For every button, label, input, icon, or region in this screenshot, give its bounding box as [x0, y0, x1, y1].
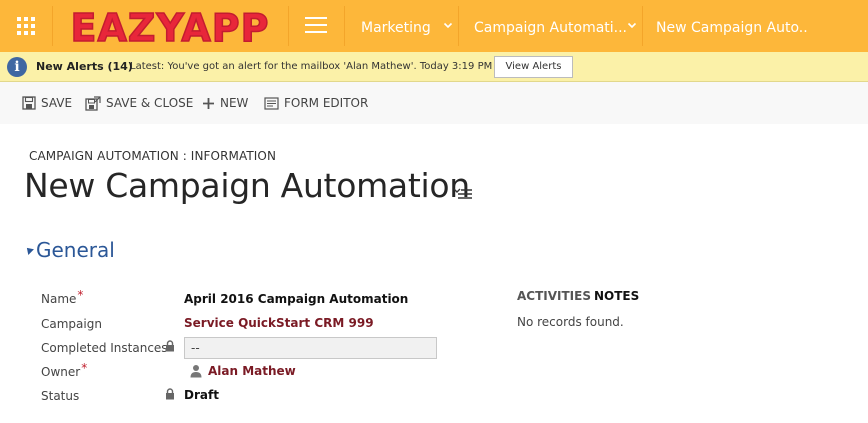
name-field-label: Name*	[41, 288, 83, 306]
alert-title: New Alerts (14)	[36, 60, 133, 73]
tab-notes[interactable]: NOTES	[594, 289, 639, 303]
save-button[interactable]: SAVE	[22, 82, 72, 124]
status-field: Draft	[184, 388, 219, 402]
name-label-text: Name	[41, 292, 77, 306]
alert-notification-bar: i New Alerts (14) Latest: You've got an …	[0, 52, 868, 82]
name-field[interactable]: April 2016 Campaign Automation	[184, 292, 408, 306]
section-header-general[interactable]: General	[24, 236, 115, 264]
view-alerts-button[interactable]: View Alerts	[494, 56, 573, 78]
new-button[interactable]: NEW	[202, 82, 248, 124]
logo-text: EAZYAPP	[71, 6, 270, 48]
owner-field-label: Owner*	[41, 361, 87, 379]
brand-logo[interactable]: EAZYAPP	[68, 4, 272, 48]
save-and-close-button[interactable]: SAVE & CLOSE	[85, 82, 193, 124]
nav-item-campaign-automation[interactable]: Campaign Automati...	[474, 0, 627, 52]
app-launcher-button[interactable]	[0, 0, 52, 52]
user-icon	[190, 365, 202, 378]
required-marker: *	[77, 288, 84, 302]
status-field-label: Status	[41, 389, 80, 403]
form-selector-menu-icon[interactable]	[454, 187, 472, 199]
no-records-message: No records found.	[517, 315, 624, 329]
app-grid-icon	[17, 17, 35, 35]
campaign-lookup-link[interactable]: Service QuickStart CRM 999	[184, 316, 374, 330]
command-bar: SAVE SAVE & CLOSE NEW FORM EDITOR	[0, 82, 868, 124]
alert-message: Latest: You've got an alert for the mail…	[130, 61, 493, 72]
page-title: New Campaign Automation	[24, 166, 470, 205]
completed-instances-field: --	[184, 337, 437, 359]
new-label: NEW	[220, 96, 249, 110]
owner-lookup-link[interactable]: Alan Mathew	[208, 364, 296, 378]
top-navigation-bar: EAZYAPP Marketing Campaign Automati... N…	[0, 0, 868, 52]
campaign-field-label: Campaign	[41, 317, 102, 331]
form-editor-label: FORM EDITOR	[284, 96, 369, 110]
required-marker: *	[81, 361, 88, 375]
owner-label-text: Owner	[41, 365, 81, 379]
completed-instances-label: Completed Instances	[41, 341, 168, 355]
save-icon	[22, 96, 36, 110]
collapse-caret-icon	[24, 245, 34, 255]
plus-icon	[203, 97, 214, 109]
info-icon: i	[7, 57, 27, 77]
nav-divider	[288, 6, 289, 46]
chevron-down-icon[interactable]	[627, 20, 637, 30]
section-title: General	[36, 238, 115, 262]
nav-item-current-record[interactable]: New Campaign Auto..	[656, 0, 808, 52]
nav-divider	[52, 6, 53, 46]
form-editor-icon	[264, 96, 279, 110]
nav-divider	[458, 6, 459, 46]
nav-divider	[344, 6, 345, 46]
eazyapp-logo-image: EAZYAPP	[70, 5, 270, 48]
nav-item-marketing[interactable]: Marketing	[361, 0, 431, 52]
save-label: SAVE	[41, 96, 73, 110]
tab-activities[interactable]: ACTIVITIES	[517, 289, 591, 303]
save-close-icon	[85, 95, 101, 111]
lock-icon	[166, 340, 174, 352]
hamburger-menu-button[interactable]	[302, 14, 330, 38]
save-close-label: SAVE & CLOSE	[106, 96, 194, 110]
nav-divider	[642, 6, 643, 46]
form-editor-button[interactable]: FORM EDITOR	[264, 82, 368, 124]
chevron-down-icon[interactable]	[443, 20, 453, 30]
entity-form-label: CAMPAIGN AUTOMATION : INFORMATION	[29, 149, 277, 163]
lock-icon	[166, 388, 174, 400]
